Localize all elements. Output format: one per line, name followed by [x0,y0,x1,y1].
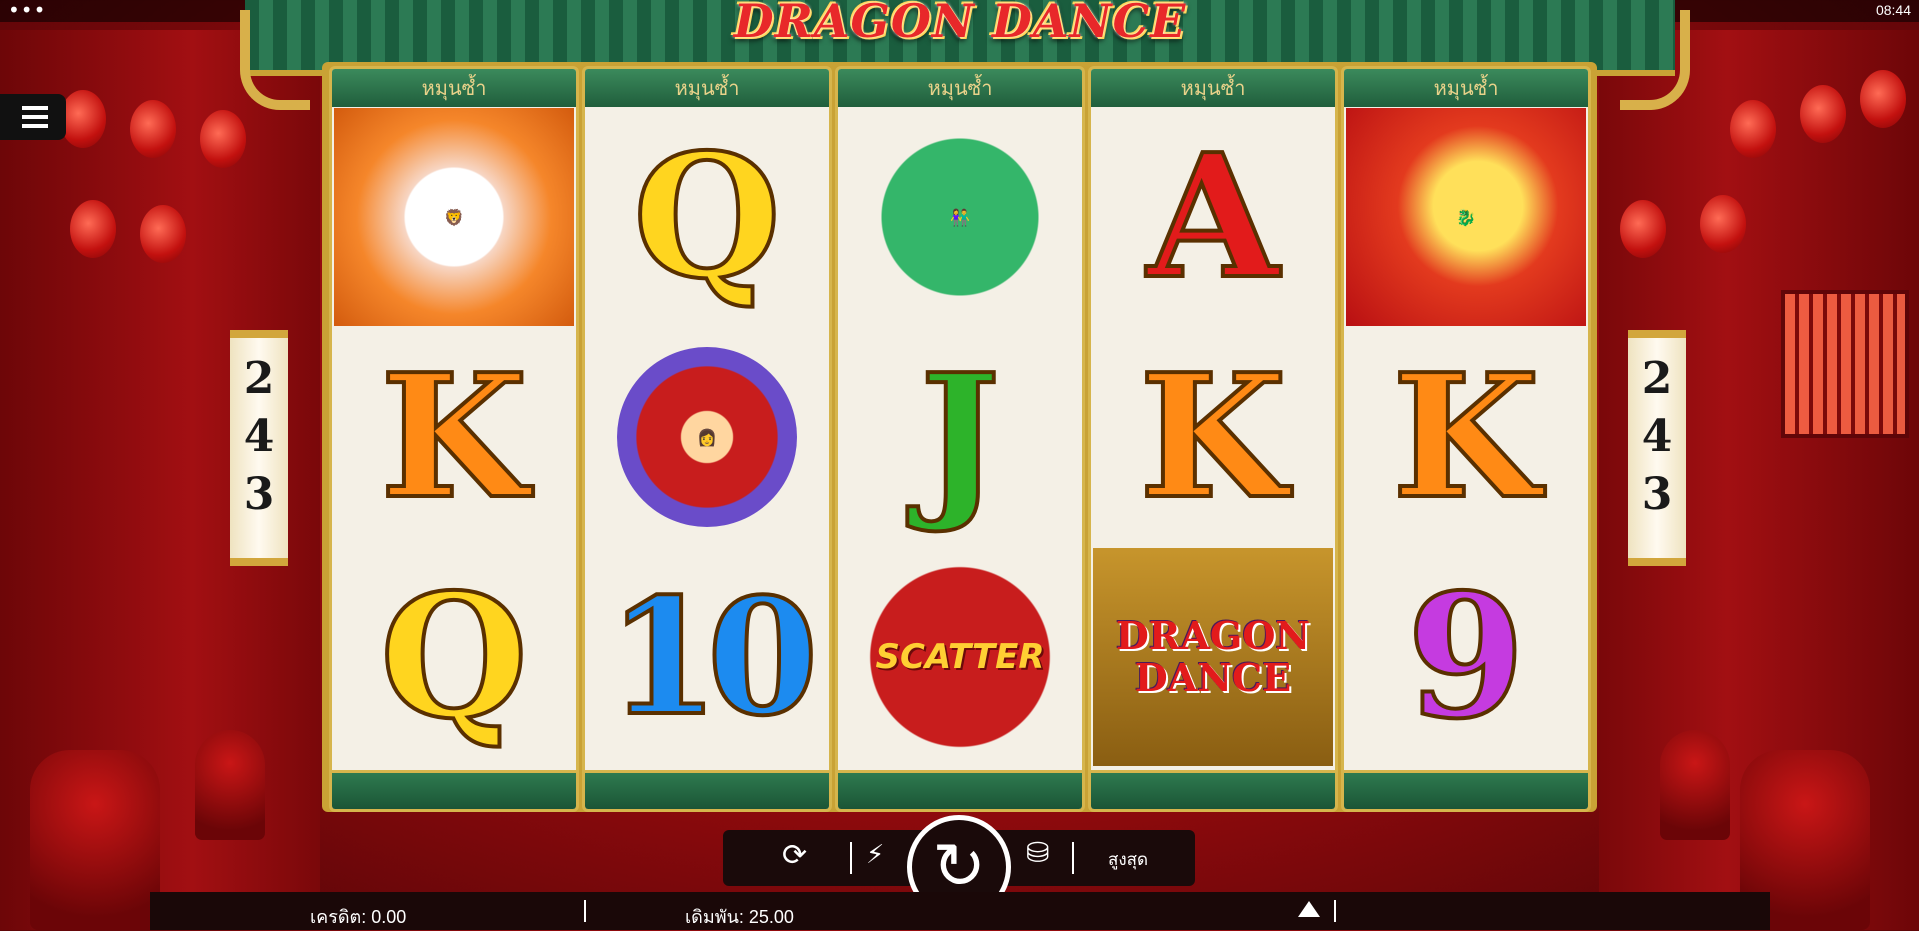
respin-button[interactable]: หมุนซ้ำ [585,69,829,107]
lantern-icon [1800,85,1846,143]
dragon-dance-wild-icon: DRAGON DANCE [1093,548,1333,766]
symbol-scatter: SCATTER [838,547,1082,767]
symbol-q: Q [585,107,829,327]
reel-footer [1344,770,1588,809]
symbol-letter: 9 [1405,557,1527,757]
roof-edge-right [1620,10,1690,110]
divider [850,842,852,874]
ways-digit: 3 [1641,469,1673,520]
scatter-icon: SCATTER [855,552,1065,762]
lit-window [1781,290,1909,438]
logo-word-1: DRAGON [733,0,975,48]
stone-lion-right-small [1660,730,1730,840]
ways-scroll-right: 2 4 3 [1628,330,1686,566]
reel-footer [585,770,829,809]
divider [584,900,586,922]
lantern-icon [1860,70,1906,128]
symbol-letter: K [1137,337,1289,537]
logo-word-2: DANCE [991,0,1187,48]
coins-icon[interactable]: ⛁ [1026,836,1049,869]
reel-5: หมุนซ้ำ 🐉 K 9 [1341,66,1591,812]
symbol-letter: Q [378,557,530,757]
reel-footer [1091,770,1335,809]
lantern-icon [1700,195,1746,253]
symbol-letter: K [1390,337,1542,537]
symbol-q: Q [332,547,576,767]
bet-display[interactable]: เดิมพัน: 25.00 [685,902,794,931]
lion-dance-icon: 🦁 [334,108,574,326]
lantern-icon [200,110,246,168]
autoplay-icon[interactable]: ⟳ [782,838,807,873]
symbol-k: K [1091,327,1335,547]
symbol-letter: A [1145,117,1281,317]
expand-arrow-icon[interactable] [1298,901,1320,917]
reel-footer [332,770,576,809]
game-logo: DRAGON DANCE [700,0,1220,54]
stone-lion-left-small [195,730,265,840]
respin-button[interactable]: หมุนซ้ำ [332,69,576,107]
ways-digit: 2 [1641,353,1673,404]
max-bet-button[interactable]: สูงสุด [1108,846,1148,873]
menu-button[interactable] [0,94,66,140]
reel-footer [838,770,1082,809]
symbol-letter: K [378,337,530,537]
symbol-k: K [1344,327,1588,547]
respin-button[interactable]: หมุนซ้ำ [838,69,1082,107]
lantern-icon [130,100,176,158]
ways-digit: 2 [243,353,275,404]
symbol-k: K [332,327,576,547]
divider [1072,842,1074,874]
reel-4: หมุนซ้ำ A K DRAGON DANCE [1088,66,1338,812]
lantern-icon [60,90,106,148]
reel-2: หมุนซ้ำ Q 👩 10 [582,66,832,812]
ways-digit: 4 [243,411,275,462]
symbol-letter: J [918,337,1002,537]
symbol-j: J [838,327,1082,547]
ways-digit: 3 [243,469,275,520]
roof-edge-left [240,10,310,110]
reel-1: หมุนซ้ำ 🦁 K Q [329,66,579,812]
dragon-icon: 🐉 [1346,108,1586,326]
lantern-icon [70,200,116,258]
ways-scroll-left: 2 4 3 [230,330,288,566]
symbol-lion-dance: 🦁 [332,107,576,327]
respin-button[interactable]: หมุนซ้ำ [1344,69,1588,107]
symbol-letter: 10 [606,563,821,751]
respin-button[interactable]: หมุนซ้ำ [1091,69,1335,107]
symbol-a: A [1091,107,1335,327]
stone-lion-left [30,750,160,930]
symbol-cymbal-girl: 👩 [585,327,829,547]
symbol-dragon: 🐉 [1344,107,1588,327]
ways-digit: 4 [1641,411,1673,462]
symbol-10: 10 [585,547,829,767]
lantern-icon [1620,200,1666,258]
credit-display: เครดิต: 0.00 [310,907,407,927]
symbol-dancers: 👫 [838,107,1082,327]
reel-3: หมุนซ้ำ 👫 J SCATTER [835,66,1085,812]
symbol-9: 9 [1344,547,1588,767]
lightning-icon[interactable]: ⚡ [866,840,884,870]
lantern-icon [1730,100,1776,158]
cymbal-girl-icon: 👩 [617,347,797,527]
lantern-icon [140,205,186,263]
more-dots[interactable]: ••• [8,0,46,22]
symbol-wild: DRAGON DANCE [1091,547,1335,767]
divider [1334,900,1336,922]
dancers-icon: 👫 [860,117,1060,317]
clock: 08:44 [1875,2,1911,18]
symbol-letter: Q [631,117,783,317]
